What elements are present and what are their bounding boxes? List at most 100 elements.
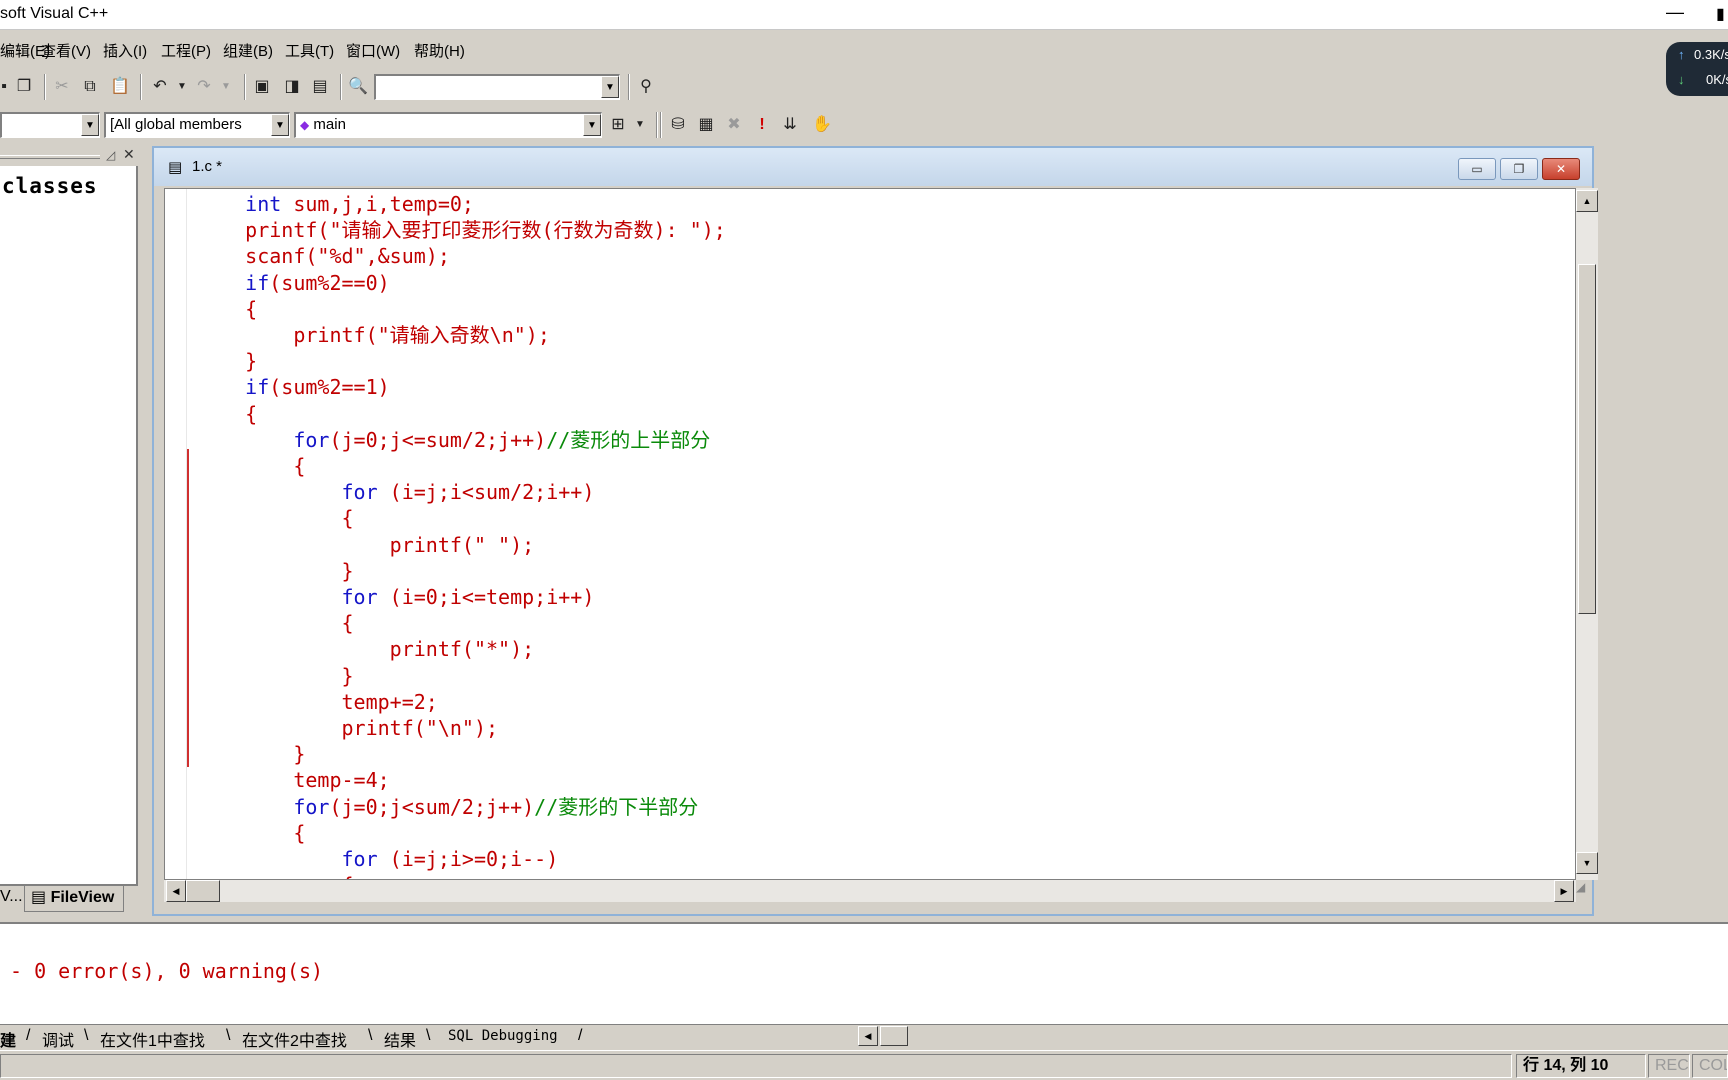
- scroll-left-icon[interactable]: ◀: [166, 880, 186, 902]
- scroll-down-icon[interactable]: ▼: [1576, 852, 1598, 874]
- code-line[interactable]: temp-=4;: [197, 767, 389, 793]
- drag-grip[interactable]: [0, 155, 100, 159]
- menu-help[interactable]: 帮助(H): [414, 40, 465, 61]
- menu-tools[interactable]: 工具(T): [285, 40, 334, 61]
- horizontal-scrollbar[interactable]: ◀ ▶: [164, 880, 1576, 902]
- code-token: (i=j;i<sum/2;i++): [389, 480, 595, 505]
- chevron-down-icon[interactable]: ▼: [81, 114, 99, 136]
- code-line[interactable]: temp+=2;: [197, 689, 437, 715]
- code-line[interactable]: {: [197, 610, 353, 636]
- tab-sql-debugging[interactable]: SQL Debugging: [448, 1028, 558, 1044]
- scroll-left-icon[interactable]: ◀: [858, 1026, 878, 1046]
- code-line[interactable]: {: [197, 453, 305, 479]
- horizontal-scroll-thumb[interactable]: [186, 880, 220, 902]
- output-scroll-thumb[interactable]: [880, 1026, 908, 1046]
- code-token: {: [197, 454, 306, 478]
- execute-icon[interactable]: !: [750, 113, 774, 137]
- menu-view[interactable]: 查看(V): [41, 40, 91, 61]
- scroll-right-icon[interactable]: ▶: [1554, 880, 1574, 902]
- undo-icon[interactable]: ↶: [148, 75, 172, 99]
- code-line[interactable]: for(j=0;j<sum/2;j++)//菱形的下半部分: [197, 794, 698, 820]
- workspace-window-icon[interactable]: ▣: [250, 75, 274, 99]
- maximize-button-partial[interactable]: ▮: [1716, 4, 1725, 24]
- tab-build[interactable]: 建: [0, 1027, 16, 1051]
- tab-find-in-files-1[interactable]: 在文件1中查找: [100, 1027, 205, 1051]
- cursor-position: 行 14, 列 10: [1516, 1054, 1646, 1078]
- members-combo[interactable]: [All global members ▼: [104, 112, 290, 138]
- save-all-icon[interactable]: ❐: [12, 75, 36, 99]
- code-line[interactable]: }: [197, 741, 305, 767]
- vertical-scrollbar[interactable]: ▲ ▼: [1576, 188, 1598, 880]
- class-combo[interactable]: ▼: [0, 112, 100, 138]
- undo-dropdown-icon[interactable]: ▼: [170, 75, 194, 99]
- go-icon[interactable]: ⇊: [778, 113, 802, 137]
- code-line[interactable]: for (i=0;i<=temp;i++): [197, 584, 594, 610]
- find-icon[interactable]: ⚲: [634, 75, 658, 99]
- doc-minimize-button[interactable]: ▭: [1458, 158, 1496, 180]
- code-line[interactable]: printf(" ");: [197, 532, 535, 558]
- code-line[interactable]: }: [197, 558, 353, 584]
- code-line[interactable]: {: [197, 872, 353, 879]
- code-line[interactable]: for (i=j;i<sum/2;i++): [197, 479, 594, 505]
- code-line[interactable]: {: [197, 820, 305, 846]
- code-line[interactable]: {: [197, 505, 353, 531]
- paste-icon[interactable]: 📋: [108, 75, 132, 99]
- pin-icon[interactable]: ◿: [106, 148, 115, 162]
- chevron-down-icon[interactable]: ▼: [271, 114, 289, 136]
- menu-window[interactable]: 窗口(W): [346, 40, 400, 61]
- function-combo[interactable]: ◆ main ▼: [294, 112, 602, 138]
- find-combo[interactable]: ▼: [374, 74, 620, 100]
- code-line[interactable]: }: [197, 663, 353, 689]
- code-line[interactable]: scanf("%d",&sum);: [197, 243, 450, 269]
- close-icon[interactable]: ✕: [123, 146, 135, 163]
- build-icon[interactable]: ▦: [694, 113, 718, 137]
- menu-project[interactable]: 工程(P): [161, 40, 211, 61]
- tab-classview[interactable]: V...: [0, 888, 23, 912]
- code-line[interactable]: }: [197, 348, 257, 374]
- cut-icon[interactable]: ✂: [50, 75, 74, 99]
- redo-icon[interactable]: ↷: [192, 75, 216, 99]
- minimize-button[interactable]: —: [1660, 0, 1690, 28]
- code-line[interactable]: printf("\n");: [197, 715, 498, 741]
- tab-fileview[interactable]: ▤ FileView: [24, 886, 124, 912]
- find-in-files-icon[interactable]: 🔍: [346, 75, 370, 99]
- code-token: for: [197, 427, 330, 452]
- chevron-down-icon[interactable]: ▼: [601, 76, 619, 98]
- toolbar-separator: [656, 112, 658, 138]
- tab-results[interactable]: 结果: [384, 1027, 416, 1051]
- code-line[interactable]: {: [197, 296, 257, 322]
- compile-icon[interactable]: ⛁: [666, 113, 690, 137]
- wizard-action-icon[interactable]: ⊞: [606, 113, 630, 137]
- menu-build[interactable]: 组建(B): [223, 40, 273, 61]
- scroll-up-icon[interactable]: ▲: [1576, 190, 1598, 212]
- code-line[interactable]: if(sum%2==1): [197, 374, 390, 400]
- code-line[interactable]: for (i=j;i>=0;i--): [197, 846, 558, 872]
- stop-build-icon[interactable]: ✖: [722, 113, 746, 137]
- code-line[interactable]: if(sum%2==0): [197, 270, 390, 296]
- code-line[interactable]: printf("请输入要打印菱形行数(行数为奇数): ");: [197, 217, 726, 243]
- output-window-icon[interactable]: ◨: [280, 75, 304, 99]
- code-token: //菱形的下半部分: [534, 794, 699, 819]
- doc-close-button[interactable]: ✕: [1542, 158, 1580, 180]
- code-line[interactable]: int sum,j,i,temp=0;: [197, 191, 474, 217]
- tab-debug[interactable]: 调试: [42, 1027, 74, 1051]
- tab-find-in-files-2[interactable]: 在文件2中查找: [242, 1027, 347, 1051]
- window-list-icon[interactable]: ▤: [308, 75, 332, 99]
- chevron-down-icon[interactable]: ▼: [583, 114, 601, 136]
- code-editor[interactable]: int sum,j,i,temp=0; printf("请输入要打印菱形行数(行…: [164, 188, 1576, 880]
- code-token: {: [197, 820, 306, 845]
- wizard-action-dropdown-icon[interactable]: ▼: [628, 113, 652, 137]
- code-line[interactable]: printf("请输入奇数\n");: [197, 322, 550, 348]
- breakpoint-hand-icon[interactable]: ✋: [810, 113, 834, 137]
- redo-dropdown-icon[interactable]: ▼: [214, 75, 238, 99]
- resize-grip-icon[interactable]: ◢: [1576, 880, 1598, 902]
- doc-restore-button[interactable]: ❐: [1500, 158, 1538, 180]
- code-line[interactable]: printf("*");: [197, 636, 535, 662]
- code-line[interactable]: for(j=0;j<=sum/2;j++)//菱形的上半部分: [197, 427, 710, 453]
- menu-insert[interactable]: 插入(I): [103, 40, 147, 61]
- code-line[interactable]: {: [197, 401, 257, 427]
- toolbar-separator: [244, 74, 246, 100]
- tree-root-label[interactable]: classes: [2, 174, 98, 198]
- vertical-scroll-thumb[interactable]: [1578, 264, 1596, 614]
- copy-icon[interactable]: ⧉: [78, 75, 102, 99]
